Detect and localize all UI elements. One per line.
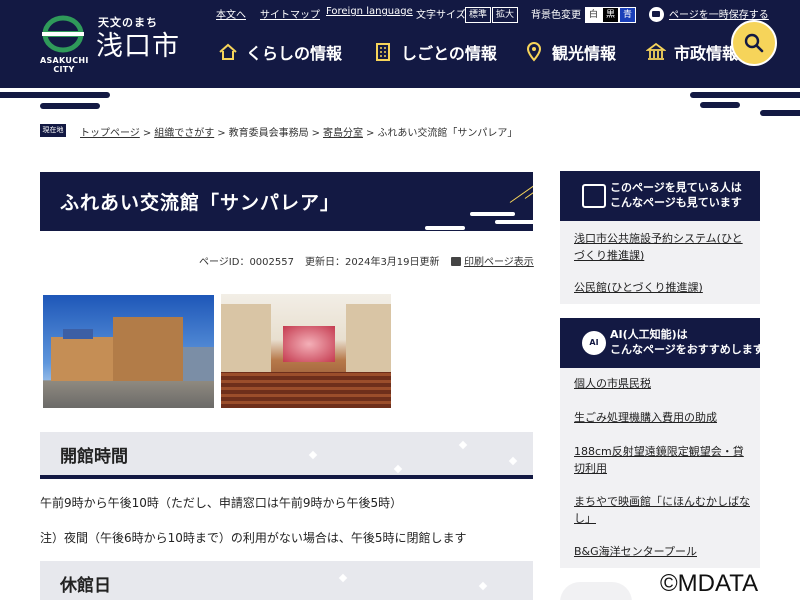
ai-recommend-heading: AI AI(人工知能)は こんなページをおすすめします [560, 318, 764, 368]
nav-item-city-admin[interactable]: 市政情報 [646, 40, 738, 64]
search-button[interactable] [731, 20, 777, 66]
nav-label: くらしの情報 [246, 44, 343, 63]
page-title-bar: ふれあい交流館「サンパレア」 [40, 172, 533, 231]
ai-recommend-list: 個人の市県民税 生ごみ処理機購入費用の助成 188cm反射望遠鏡限定観望会・貸切… [560, 368, 760, 568]
search-icon [744, 33, 764, 53]
breadcrumb-link[interactable]: 組織でさがす [154, 128, 214, 139]
ai-link[interactable]: まちやで映画館「にほんむかしばなし」 [574, 493, 750, 527]
font-size-label: 文字サイズ [416, 10, 466, 21]
save-page-icon[interactable] [649, 7, 664, 22]
building-exterior-photo [43, 295, 214, 408]
site-logo[interactable]: ASAKUCHI CITY 天文のまち 浅口市 [40, 12, 200, 74]
ai-icon: AI [582, 331, 606, 355]
city-hall-icon [646, 42, 666, 60]
watermark: ©MDATA [660, 570, 759, 597]
nav-label: 市政情報 [674, 44, 739, 63]
bg-white-button[interactable]: 白 [585, 7, 603, 23]
print-link[interactable]: 印刷ページ表示 [451, 253, 534, 268]
bg-blue-button[interactable]: 青 [619, 7, 637, 23]
skip-to-content-link[interactable]: 本文へ [216, 6, 246, 21]
foreign-language-link[interactable]: Foreign language [326, 6, 413, 17]
cloud-decoration [495, 220, 533, 224]
hours-text: 午前9時から午後10時（ただし、申請窓口は午前9時から午後5時） [40, 496, 403, 510]
breadcrumb-current-tag: 現在地 [40, 124, 66, 137]
breadcrumb-link[interactable]: 寄島分室 [323, 128, 363, 139]
related-link[interactable]: 公民館(ひとづくり推進課) [574, 279, 750, 296]
font-size-large-button[interactable]: 拡大 [492, 7, 519, 23]
site-header: ASAKUCHI CITY 天文のまち 浅口市 本文へ サイトマップ Forei… [0, 0, 800, 118]
logo-city-en: ASAKUCHI CITY [40, 56, 89, 74]
save-page-link[interactable]: ページを一時保存する [669, 6, 769, 21]
nav-item-work[interactable]: しごとの情報 [373, 40, 497, 64]
building-icon [376, 43, 390, 61]
breadcrumb-link[interactable]: トップページ [80, 128, 140, 139]
font-size-normal-button[interactable]: 標準 [465, 7, 492, 23]
hours-note: 注）夜間（午後6時から10時まで）の利用がない場合は、午後5時に閉館します [40, 531, 467, 545]
bg-color-label: 背景色変更 [531, 10, 581, 21]
bg-black-button[interactable]: 黒 [602, 7, 620, 23]
cloud-decoration [760, 110, 800, 116]
cloud-decoration [470, 212, 515, 216]
related-pages-heading: このページを見ている人は こんなページも見ています [560, 171, 760, 221]
nav-item-life[interactable]: くらしの情報 [218, 40, 342, 64]
document-icon [582, 184, 606, 208]
related-link[interactable]: 浅口市公共施設予約システム(ひとづくり推進課) [574, 230, 750, 264]
logo-city-name: 浅口市 [96, 31, 180, 62]
sitemap-link[interactable]: サイトマップ [260, 6, 320, 21]
page-id: ページID：0002557 [199, 257, 294, 268]
ai-link[interactable]: 188cm反射望遠鏡限定観望会・貸切利用 [574, 443, 750, 477]
map-pin-icon [526, 42, 542, 62]
section-heading-closed: 休館日 [40, 561, 533, 600]
section-title: 休館日 [60, 576, 111, 596]
breadcrumb-text: 教育委員会事務局 [228, 128, 309, 139]
cloud-decoration [700, 102, 740, 108]
ai-link[interactable]: 個人の市県民税 [574, 375, 750, 392]
updated-date: 更新日：2024年3月19日更新 [305, 257, 440, 268]
breadcrumb: トップページ > 組織でさがす > 教育委員会事務局 > 寄島分室 > ふれあい交流館「サンパレ… [80, 128, 518, 139]
printer-icon [451, 257, 461, 266]
ai-heading-text: AI(人工知能)は こんなページをおすすめします [610, 328, 764, 356]
city-emblem-icon [42, 15, 84, 53]
related-heading-text: このページを見ている人は こんなページも見ています [610, 181, 742, 209]
shooting-star-decoration [509, 172, 533, 203]
sidebar-partial-box [560, 582, 632, 600]
nav-label: 観光情報 [552, 44, 617, 63]
header-cloud-band [0, 88, 800, 118]
hall-interior-photo [221, 294, 391, 408]
cloud-decoration [425, 226, 465, 230]
page-title: ふれあい交流館「サンパレア」 [60, 192, 341, 214]
ai-link[interactable]: B&G海洋センタープール [574, 543, 750, 560]
nav-item-tourism[interactable]: 観光情報 [524, 40, 616, 64]
house-icon [219, 43, 237, 60]
cloud-decoration [0, 92, 110, 98]
related-pages-list: 浅口市公共施設予約システム(ひとづくり推進課) 公民館(ひとづくり推進課) [560, 221, 760, 304]
cloud-decoration [40, 103, 100, 109]
breadcrumb-current: ふれあい交流館「サンパレア」 [377, 128, 518, 139]
logo-tagline: 天文のまち [98, 16, 158, 29]
ai-link[interactable]: 生ごみ処理機購入費用の助成 [574, 409, 750, 426]
print-label: 印刷ページ表示 [464, 257, 534, 268]
cloud-decoration [690, 92, 800, 98]
nav-label: しごとの情報 [401, 44, 497, 63]
section-title: 開館時間 [60, 447, 128, 467]
section-heading-hours: 開館時間 [40, 432, 533, 479]
